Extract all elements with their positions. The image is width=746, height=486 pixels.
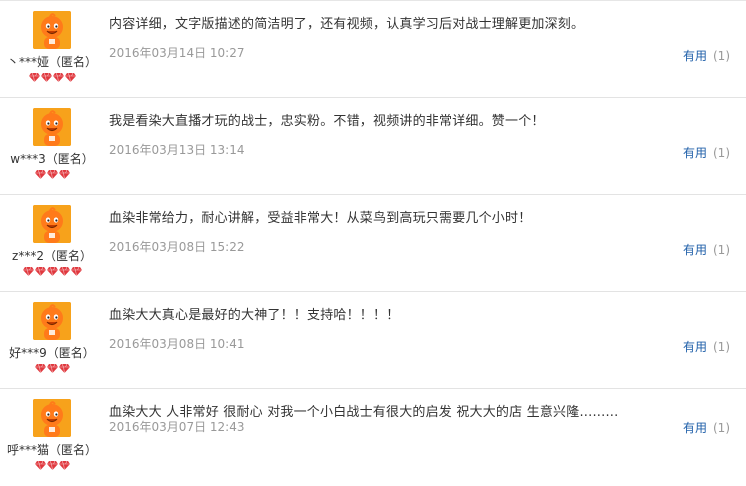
review-item: 丶***娅（匿名） 内容详细，文字版描述的简洁明了，还有视频，认真学习后对战士理… [0, 1, 746, 98]
reviewer-info: 丶***娅（匿名） [0, 11, 104, 84]
orange-mascot-avatar-icon [33, 399, 71, 437]
reviewer-level-badges [0, 169, 104, 181]
helpful-button[interactable]: 有用 [683, 146, 707, 160]
red-diamond-icon [58, 460, 70, 470]
helpful-count: (1) [713, 49, 730, 63]
red-diamond-icon [22, 266, 34, 276]
reviewer-info: w***3（匿名） [0, 108, 104, 181]
red-diamond-icon [46, 266, 58, 276]
orange-mascot-avatar-icon [33, 302, 71, 340]
orange-mascot-avatar-icon [33, 11, 71, 49]
red-diamond-icon [46, 460, 58, 470]
reviewer-level-badges [0, 363, 104, 375]
review-date: 2016年03月08日 15:22 [109, 240, 245, 254]
orange-mascot-avatar-icon [33, 108, 71, 146]
avatar[interactable] [33, 399, 71, 437]
helpful-vote: 有用 (1) [683, 338, 730, 355]
avatar[interactable] [33, 205, 71, 243]
red-diamond-icon [34, 363, 46, 373]
review-date: 2016年03月08日 10:41 [109, 337, 245, 351]
review-item: 呼***猫（匿名） 血染大大 人非常好 很耐心 对我一个小白战士有很大的启发 祝… [0, 389, 746, 486]
red-diamond-icon [58, 169, 70, 179]
reviewer-info: 呼***猫（匿名） [0, 399, 104, 472]
review-content: 血染非常给力，耐心讲解，受益非常大！从菜鸟到高玩只需要几个小时！ [109, 211, 532, 226]
review-date: 2016年03月07日 12:43 [109, 420, 245, 434]
avatar[interactable] [33, 302, 71, 340]
reviewer-name: w***3（匿名） [10, 152, 94, 166]
review-content: 内容详细，文字版描述的简洁明了，还有视频，认真学习后对战士理解更加深刻。 [109, 17, 585, 32]
review-content: 我是看染大直播才玩的战士，忠实粉。不错，视频讲的非常详细。赞一个！ [109, 114, 545, 129]
reviewer-level-badges [0, 266, 104, 278]
reviewer-name: 好***9（匿名） [9, 346, 95, 360]
helpful-count: (1) [713, 243, 730, 257]
reviewer-level-badges [0, 460, 104, 472]
helpful-vote: 有用 (1) [683, 241, 730, 258]
helpful-count: (1) [713, 421, 730, 435]
reviewer-level-badges [0, 72, 104, 84]
orange-mascot-avatar-icon [33, 205, 71, 243]
reviewer-info: z***2（匿名） [0, 205, 104, 278]
helpful-button[interactable]: 有用 [683, 340, 707, 354]
helpful-vote: 有用 (1) [683, 144, 730, 161]
reviewer-name: 呼***猫（匿名） [6, 443, 97, 457]
reviewer-name: 丶***娅（匿名） [6, 55, 97, 69]
review-item: 好***9（匿名） 血染大大真心是最好的大神了！！支持哈！！！！ 2016年03… [0, 292, 746, 389]
red-diamond-icon [46, 169, 58, 179]
red-diamond-icon [52, 72, 64, 82]
review-content: 血染大大真心是最好的大神了！！支持哈！！！！ [109, 308, 400, 323]
red-diamond-icon [34, 266, 46, 276]
red-diamond-icon [46, 363, 58, 373]
red-diamond-icon [58, 363, 70, 373]
red-diamond-icon [70, 266, 82, 276]
helpful-button[interactable]: 有用 [683, 243, 707, 257]
red-diamond-icon [28, 72, 40, 82]
red-diamond-icon [40, 72, 52, 82]
helpful-button[interactable]: 有用 [683, 421, 707, 435]
avatar[interactable] [33, 108, 71, 146]
review-date: 2016年03月14日 10:27 [109, 46, 245, 60]
review-list: 丶***娅（匿名） 内容详细，文字版描述的简洁明了，还有视频，认真学习后对战士理… [0, 0, 746, 484]
helpful-count: (1) [713, 340, 730, 354]
review-item: w***3（匿名） 我是看染大直播才玩的战士，忠实粉。不错，视频讲的非常详细。赞… [0, 98, 746, 195]
red-diamond-icon [34, 169, 46, 179]
helpful-button[interactable]: 有用 [683, 49, 707, 63]
red-diamond-icon [58, 266, 70, 276]
reviewer-name: z***2（匿名） [12, 249, 92, 263]
helpful-count: (1) [713, 146, 730, 160]
red-diamond-icon [64, 72, 76, 82]
review-date: 2016年03月13日 13:14 [109, 143, 245, 157]
avatar[interactable] [33, 11, 71, 49]
review-item: z***2（匿名） 血染非常给力，耐心讲解，受益非常大！从菜鸟到高玩只需要几个小… [0, 195, 746, 292]
helpful-vote: 有用 (1) [683, 47, 730, 64]
reviewer-info: 好***9（匿名） [0, 302, 104, 375]
helpful-vote: 有用 (1) [683, 419, 730, 436]
red-diamond-icon [34, 460, 46, 470]
